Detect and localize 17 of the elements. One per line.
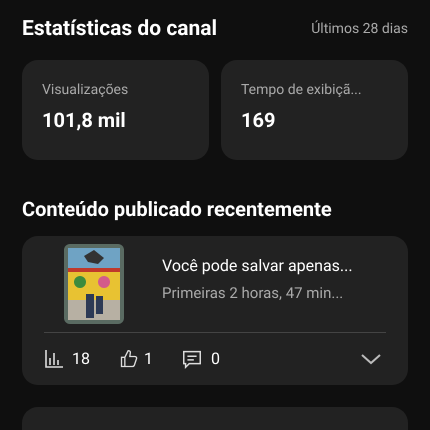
period-label: Últimos 28 dias [311,19,408,40]
stat-card[interactable]: Tempo de exibiçã... 169 [221,60,408,160]
stat-card[interactable]: Visualizações 101,8 mil [22,60,209,160]
video-subtitle: Primeiras 2 horas, 47 min... [162,283,344,304]
comments-count: 0 [210,348,220,370]
views-count: 18 [72,348,90,370]
stat-label: Tempo de exibiçã... [241,80,363,100]
section-title: Estatísticas do canal [22,16,218,43]
bar-chart-icon [44,348,64,368]
stat-label: Visualizações [42,80,130,100]
stat-value: 101,8 mil [42,106,127,134]
section-title: Conteúdo publicado recentemente [22,196,333,222]
stat-value: 169 [241,106,276,134]
expand-button[interactable] [360,352,382,366]
content-card[interactable]: Você pode salvar apenas... Primeiras 2 horas, 47 min... 18 1 0 [22,236,408,384]
video-title: Você pode salvar apenas... [162,255,353,278]
likes-count: 1 [144,348,153,370]
